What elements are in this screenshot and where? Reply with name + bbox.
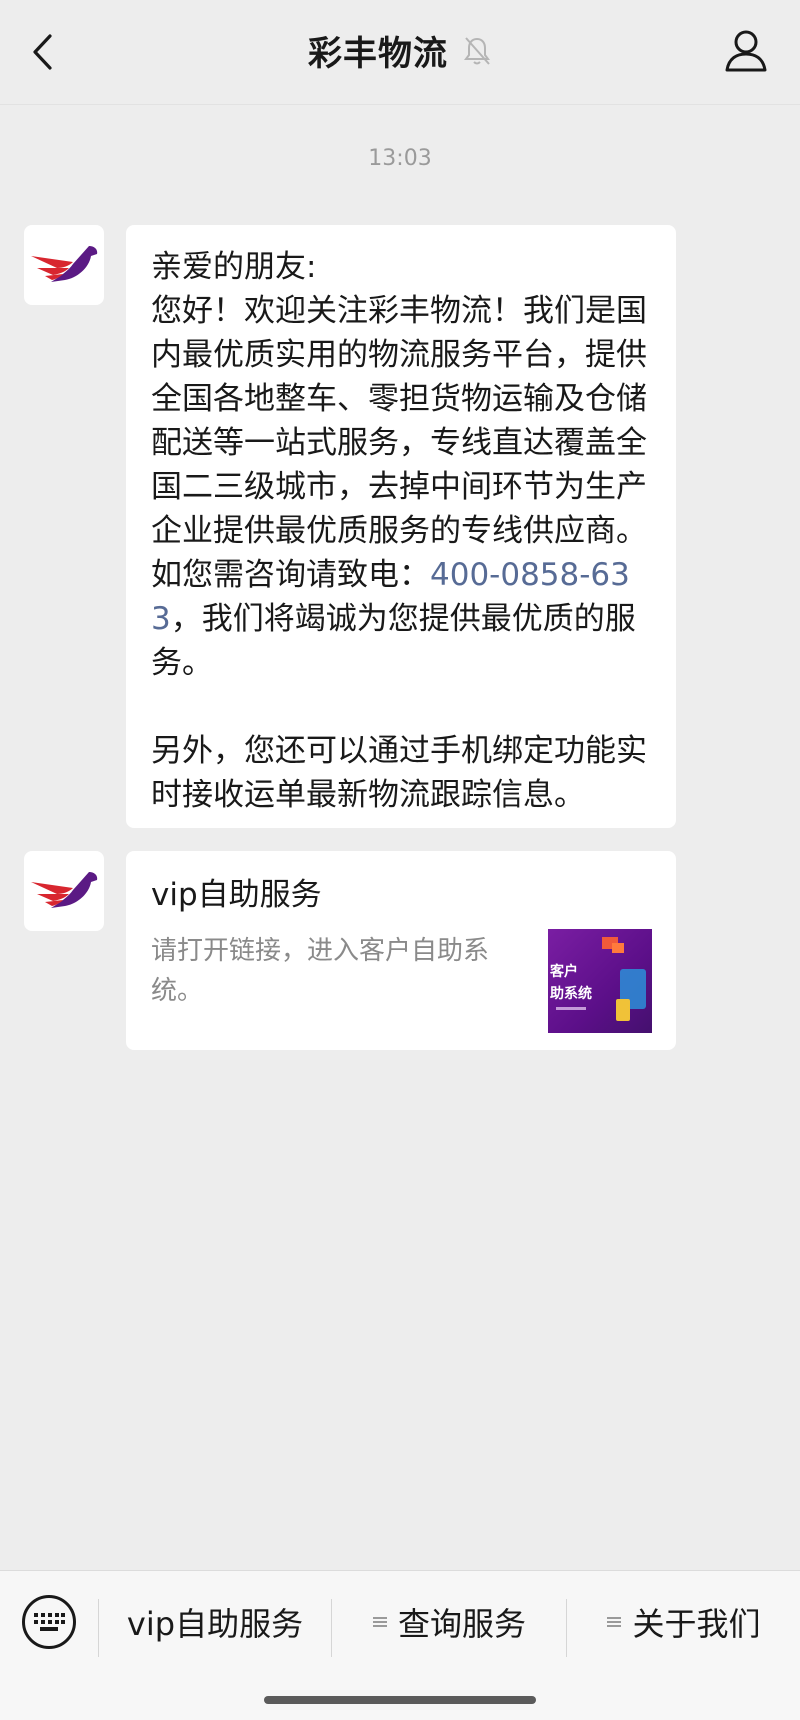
thumbnail-decoration (556, 937, 646, 1021)
message-body: 您好！欢迎关注彩丰物流！我们是国内最优质实用的物流服务平台，提供全国各地整车、零… (151, 293, 647, 593)
avatar[interactable] (24, 225, 104, 305)
keyboard-icon (34, 1613, 65, 1631)
menu-query-service[interactable]: 查询服务 (332, 1591, 566, 1653)
link-card[interactable]: vip自助服务 请打开链接，进入客户自助系统。 客户 助系统 (126, 851, 676, 1050)
menu-label: 查询服务 (397, 1605, 526, 1643)
keyboard-toggle-button[interactable] (22, 1595, 76, 1649)
thumbnail-text-1: 客户 (550, 964, 578, 980)
title-area: 彩丰物流 (0, 0, 800, 100)
page-title: 彩丰物流 (308, 33, 448, 74)
thumbnail-text-2: 助系统 (550, 986, 592, 1002)
bell-muted-icon (464, 37, 490, 65)
message-greeting: 亲爱的朋友: (151, 249, 317, 285)
brand-logo-icon (31, 246, 98, 282)
submenu-lines-icon (372, 1617, 387, 1627)
menu-label: 关于我们 (632, 1605, 761, 1643)
brand-logo-icon (31, 872, 98, 908)
home-indicator[interactable] (264, 1696, 536, 1704)
submenu-lines-icon (607, 1617, 622, 1627)
card-title: vip自助服务 (151, 877, 322, 913)
message-paragraph-2: 另外，您还可以通过手机绑定功能实时接收运单最新物流跟踪信息。 (151, 733, 647, 813)
menu-about-us[interactable]: 关于我们 (567, 1591, 800, 1653)
message-bubble-welcome: 亲爱的朋友: 您好！欢迎关注彩丰物流！我们是国内最优质实用的物流服务平台，提供全国… (126, 225, 676, 828)
card-thumbnail: 客户 助系统 (548, 929, 652, 1033)
message-timestamp: 13:03 (368, 146, 432, 171)
menu-label: vip自助服务 (126, 1605, 304, 1643)
menu-vip-service[interactable]: vip自助服务 (99, 1591, 331, 1653)
person-icon (725, 30, 767, 72)
card-description: 请打开链接，进入客户自助系统。 (151, 936, 490, 1006)
avatar[interactable] (24, 851, 104, 931)
top-nav-bar: 彩丰物流 (0, 0, 800, 105)
profile-button[interactable] (722, 26, 770, 76)
message-body-end: ，我们将竭诚为您提供最优质的服务。 (151, 601, 636, 681)
